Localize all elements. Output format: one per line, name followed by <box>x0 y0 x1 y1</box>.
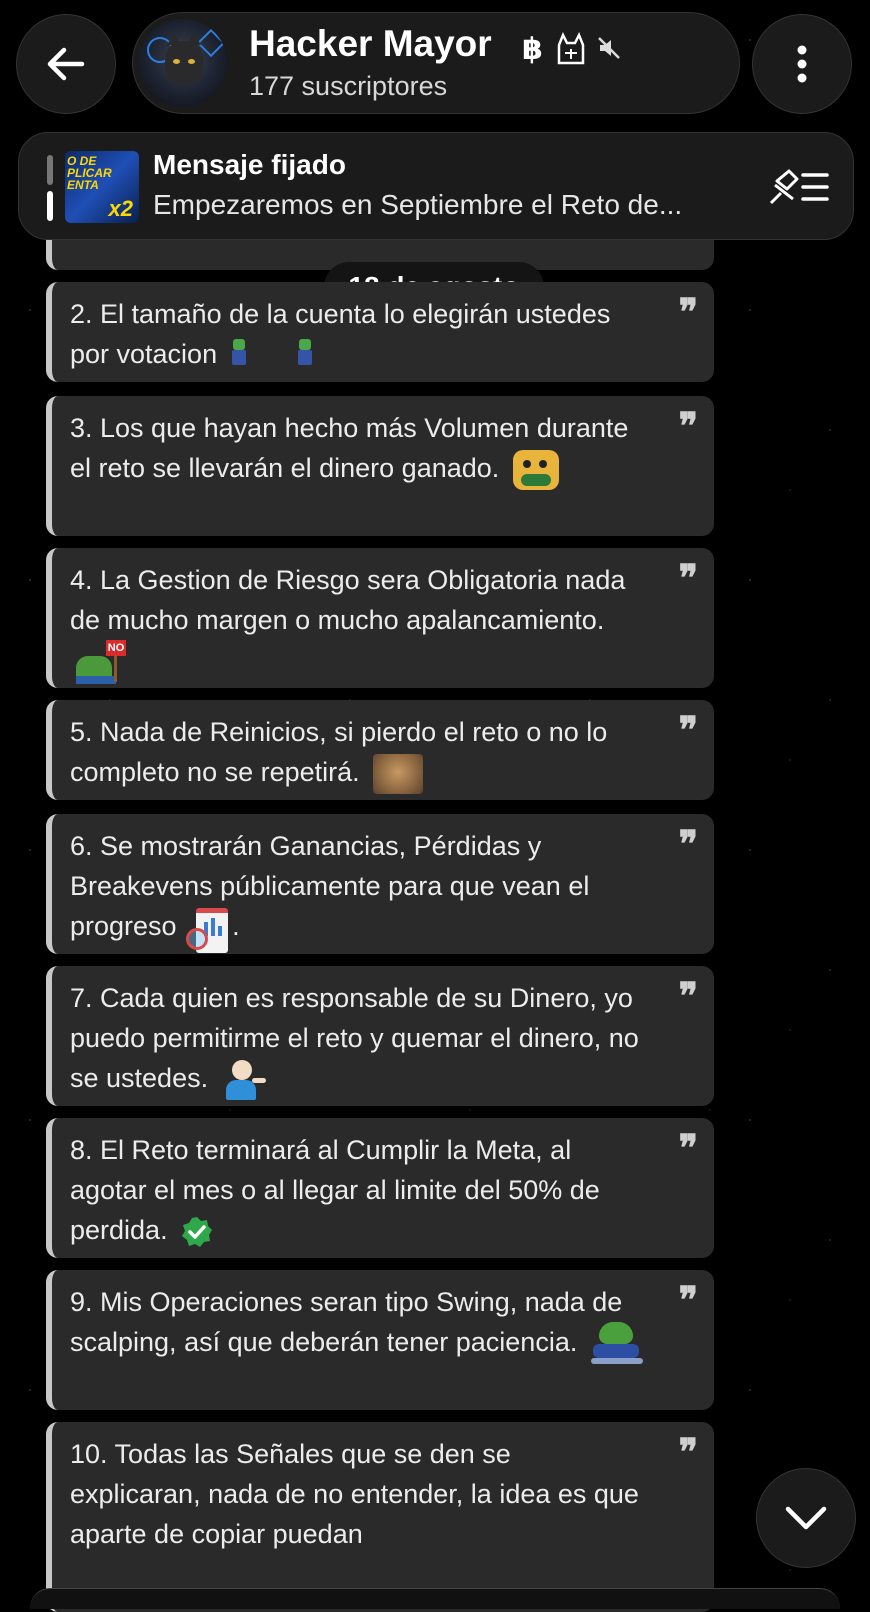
message-text: 10. Todas las Señales que se den se expl… <box>70 1439 639 1549</box>
message-bubble[interactable]: 5. Nada de Reinicios, si pierdo el reto … <box>46 700 714 800</box>
pinned-thumbnail-badge: x2 <box>108 196 133 221</box>
message-bubble[interactable]: 6. Se mostrarán Ganancias, Pérdidas y Br… <box>46 814 714 954</box>
message-bubble[interactable]: 9. Mis Operaciones seran tipo Swing, nad… <box>46 1270 714 1410</box>
forward-quote-icon: ❞ <box>678 975 698 1017</box>
message-bubble[interactable]: 4. La Gestion de Riesgo sera Obligatoria… <box>46 548 714 688</box>
forward-quote-icon: ❞ <box>678 1431 698 1473</box>
subscriber-count: 177 suscriptores <box>249 71 448 101</box>
chevron-down-icon <box>785 1506 827 1530</box>
hamster-emoji-icon <box>373 753 424 794</box>
forward-quote-icon: ❞ <box>678 709 698 751</box>
message-text: 6. Se mostrarán Ganancias, Pérdidas y Br… <box>70 831 590 942</box>
message-text: 8. El Reto terminará al Cumplir la Meta,… <box>70 1135 600 1245</box>
back-button[interactable] <box>16 14 116 114</box>
verified-check-emoji-icon <box>182 1216 213 1247</box>
scroll-down-button[interactable] <box>756 1468 856 1568</box>
more-vertical-icon <box>797 45 807 83</box>
message-bubble[interactable]: 3. Los que hayan hecho más Volumen duran… <box>46 396 714 536</box>
pin-list-icon[interactable] <box>767 167 831 207</box>
more-options-button[interactable] <box>752 14 852 114</box>
message-text: 4. La Gestion de Riesgo sera Obligatoria… <box>70 565 626 635</box>
forward-quote-icon: ❞ <box>678 405 698 447</box>
pinned-thumbnail-text: O DE PLICAR ENTA <box>67 154 112 192</box>
forward-quote-icon: ❞ <box>678 1279 698 1321</box>
svg-text:฿: ฿ <box>522 32 543 65</box>
message-bubble[interactable]: 7. Cada quien es responsable de su Diner… <box>46 966 714 1106</box>
message-bubble[interactable]: 10. Todas las Señales que se den se expl… <box>46 1422 714 1612</box>
chart-magnifier-emoji-icon <box>186 906 232 953</box>
message-text-end: . <box>232 911 240 942</box>
channel-header[interactable]: Hacker Mayor ฿ 177 suscriptores <box>132 12 740 114</box>
message-bubble[interactable]: 2. El tamaño de la cuenta lo elegirán us… <box>46 282 714 382</box>
no-sign-text: NO <box>106 640 126 656</box>
channel-name: Hacker Mayor <box>249 23 492 64</box>
jake-emoji-icon <box>512 449 559 490</box>
forward-quote-icon: ❞ <box>678 291 698 333</box>
message-text: 2. El tamaño de la cuenta lo elegirán us… <box>70 299 611 369</box>
forward-quote-icon: ❞ <box>678 823 698 865</box>
message-bubble[interactable]: 8. El Reto terminará al Cumplir la Meta,… <box>46 1118 714 1258</box>
channel-avatar[interactable] <box>139 19 227 107</box>
arrow-left-icon <box>47 47 85 81</box>
forward-quote-icon: ❞ <box>678 1127 698 1169</box>
pepe-no-sign-emoji-icon: NO <box>76 640 126 684</box>
bottom-panel-edge <box>30 1588 840 1609</box>
pinned-label: Mensaje fijado <box>153 149 346 180</box>
forward-quote-icon: ❞ <box>678 557 698 599</box>
cat-emoji-icon <box>557 31 585 65</box>
pinned-indicator <box>47 155 53 221</box>
message-text: 7. Cada quien es responsable de su Diner… <box>70 983 639 1093</box>
zombie-emoji-icon <box>231 336 313 376</box>
pinned-thumbnail: O DE PLICAR ENTA x2 <box>65 151 139 223</box>
muted-icon <box>598 37 620 59</box>
pepe-sitting-emoji-icon <box>590 1322 643 1366</box>
person-shrug-emoji-icon <box>222 1059 266 1100</box>
pinned-message-bar[interactable]: O DE PLICAR ENTA x2 Mensaje fijado Empez… <box>18 132 854 240</box>
pinned-preview-text: Empezaremos en Septiembre el Reto de... <box>153 189 683 220</box>
message-text: 9. Mis Operaciones seran tipo Swing, nad… <box>70 1287 623 1358</box>
bitcoin-icon: ฿ <box>522 32 543 65</box>
message-text: 5. Nada de Reinicios, si pierdo el reto … <box>70 717 608 787</box>
